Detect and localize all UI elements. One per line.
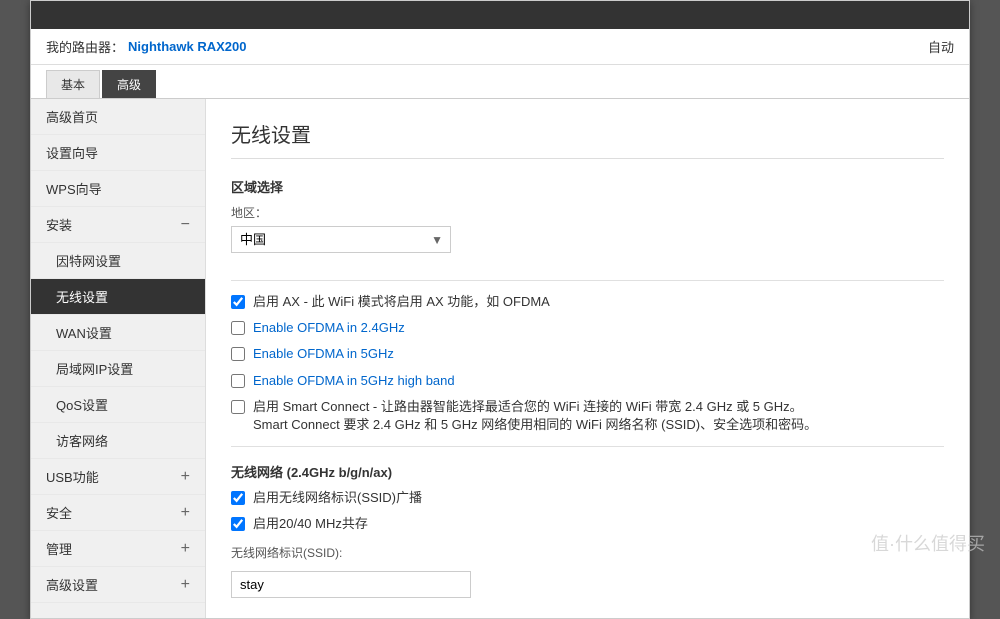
tab-bar: 基本 高级: [31, 65, 969, 99]
sidebar-item-usb[interactable]: USB功能 +: [31, 459, 205, 495]
main-layout: 高级首页 设置向导 WPS向导 安装 − 因特网设置 无线设置 WAN设置: [31, 99, 969, 618]
sidebar-item-advanced-settings[interactable]: 高级设置 +: [31, 567, 205, 603]
usb-plus-icon: +: [181, 469, 190, 485]
sidebar: 高级首页 设置向导 WPS向导 安装 − 因特网设置 无线设置 WAN设置: [31, 99, 206, 618]
content-area: 无线设置 区域选择 地区： 中国 ▼ 启用 AX - 此 WiFi 模式将启用 …: [206, 99, 969, 618]
main-window: 我的路由器： Nighthawk RAX200 自动 基本 高级 高级首页 设置…: [30, 0, 970, 619]
ssid-label: 无线网络标识(SSID):: [231, 544, 944, 561]
region-label: 地区：: [231, 204, 944, 221]
checkbox-ofdma-5g: Enable OFDMA in 5GHz: [231, 345, 944, 363]
page-title: 无线设置: [231, 119, 944, 159]
sidebar-item-wan-settings[interactable]: WAN设置: [31, 315, 205, 351]
sidebar-item-guest-network[interactable]: 访客网络: [31, 423, 205, 459]
checkbox-smart-connect-label: 启用 Smart Connect - 让路由器智能选择最适合您的 WiFi 连接…: [253, 398, 833, 434]
checkbox-ax-input[interactable]: [231, 295, 245, 309]
checkbox-ssid-broadcast: 启用无线网络标识(SSID)广播: [231, 489, 944, 507]
sidebar-item-advanced-home[interactable]: 高级首页: [31, 99, 205, 135]
sidebar-item-internet-settings[interactable]: 因特网设置: [31, 243, 205, 279]
checkbox-ofdma-2g-label: Enable OFDMA in 2.4GHz: [253, 319, 405, 337]
region-select-wrapper: 中国 ▼: [231, 226, 451, 253]
region-select[interactable]: 中国: [231, 226, 451, 253]
sidebar-item-install[interactable]: 安装 −: [31, 207, 205, 243]
install-minus-icon: −: [181, 217, 190, 233]
checkbox-coexistence: 启用20/40 MHz共存: [231, 515, 944, 533]
tab-basic[interactable]: 基本: [46, 70, 100, 98]
advanced-settings-plus-icon: +: [181, 577, 190, 593]
checkbox-smart-connect-input[interactable]: [231, 400, 245, 414]
wireless-section-title: 无线网络 (2.4GHz b/g/n/ax): [231, 462, 944, 481]
sidebar-item-qos-settings[interactable]: QoS设置: [31, 387, 205, 423]
checkbox-ax-enable: 启用 AX - 此 WiFi 模式将启用 AX 功能，如 OFDMA: [231, 293, 944, 311]
checkbox-ofdma-2g-input[interactable]: [231, 321, 245, 335]
checkbox-ax-label: 启用 AX - 此 WiFi 模式将启用 AX 功能，如 OFDMA: [253, 293, 550, 311]
region-section-title: 区域选择: [231, 177, 944, 196]
checkbox-ofdma-5g-label: Enable OFDMA in 5GHz: [253, 345, 394, 363]
header-bar: 我的路由器： Nighthawk RAX200 自动: [31, 29, 969, 65]
tab-advanced[interactable]: 高级: [102, 70, 156, 98]
header-left: 我的路由器： Nighthawk RAX200: [46, 37, 247, 56]
checkbox-ofdma-5g-input[interactable]: [231, 347, 245, 361]
title-bar: [31, 1, 969, 29]
router-name: Nighthawk RAX200: [128, 39, 246, 54]
checkbox-ofdma-5g-high-label: Enable OFDMA in 5GHz high band: [253, 372, 455, 390]
sidebar-item-security[interactable]: 安全 +: [31, 495, 205, 531]
checkbox-ssid-broadcast-label: 启用无线网络标识(SSID)广播: [253, 489, 422, 507]
sidebar-item-wps-wizard[interactable]: WPS向导: [31, 171, 205, 207]
sidebar-item-setup-wizard[interactable]: 设置向导: [31, 135, 205, 171]
sidebar-item-wireless-settings[interactable]: 无线设置: [31, 279, 205, 315]
checkbox-coexistence-input[interactable]: [231, 517, 245, 531]
checkbox-coexistence-label: 启用20/40 MHz共存: [253, 515, 368, 533]
management-plus-icon: +: [181, 541, 190, 557]
security-plus-icon: +: [181, 505, 190, 521]
checkbox-ofdma-5g-high: Enable OFDMA in 5GHz high band: [231, 372, 944, 390]
checkbox-smart-connect: 启用 Smart Connect - 让路由器智能选择最适合您的 WiFi 连接…: [231, 398, 944, 434]
ssid-input[interactable]: [231, 571, 471, 598]
checkbox-ofdma-2g: Enable OFDMA in 2.4GHz: [231, 319, 944, 337]
sidebar-item-management[interactable]: 管理 +: [31, 531, 205, 567]
sidebar-item-lan-ip-settings[interactable]: 局域网IP设置: [31, 351, 205, 387]
divider-1: [231, 280, 944, 281]
router-label: 我的路由器：: [46, 37, 124, 56]
header-auto: 自动: [928, 37, 954, 56]
divider-2: [231, 446, 944, 447]
checkbox-ofdma-5g-high-input[interactable]: [231, 374, 245, 388]
checkbox-ssid-broadcast-input[interactable]: [231, 491, 245, 505]
